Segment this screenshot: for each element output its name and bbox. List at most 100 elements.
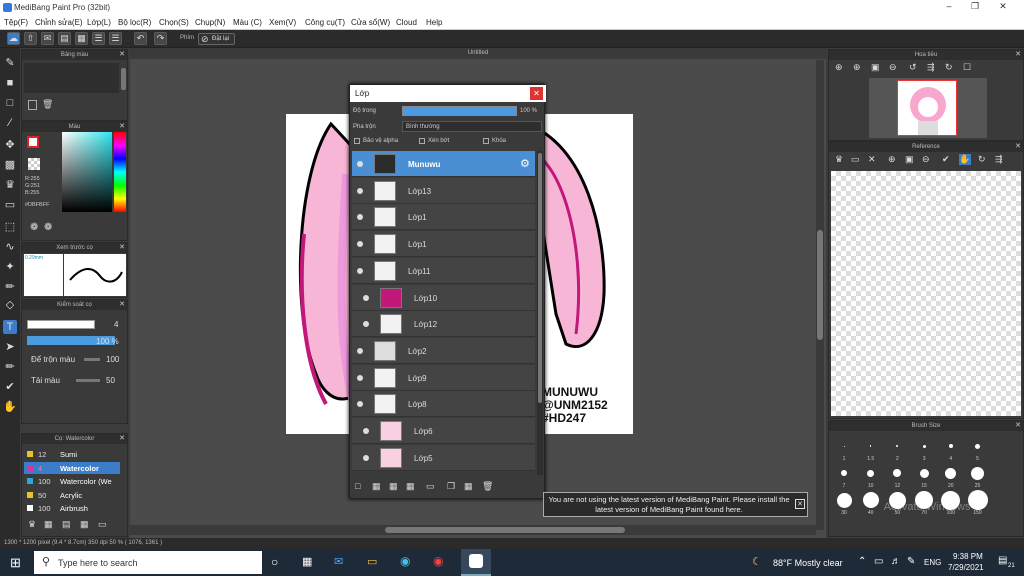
canvas-tab[interactable]: Untitled	[130, 48, 826, 59]
redo-icon[interactable]: ↷	[154, 32, 167, 45]
pen-tray-icon[interactable]: ✎	[907, 556, 915, 567]
visibility-icon[interactable]	[363, 294, 369, 301]
panel-close-icon[interactable]: ✕	[119, 243, 125, 253]
panel-close-icon[interactable]: ✕	[119, 50, 125, 60]
hscroll-thumb[interactable]	[385, 527, 625, 533]
layer-row[interactable]: Lớp13	[352, 177, 535, 204]
select-eraser-icon[interactable]: ◇	[3, 298, 17, 312]
menu-filter[interactable]: Bộ lọc(R)	[118, 18, 151, 27]
visibility-icon[interactable]	[357, 401, 363, 408]
fit-icon[interactable]: ▣	[871, 62, 880, 73]
layer-close-button[interactable]: ✕	[530, 87, 543, 100]
grid-icon[interactable]: ▦	[75, 32, 88, 45]
ref-zoom-in-icon[interactable]: ⊕	[888, 154, 896, 165]
undo-icon[interactable]: ↶	[134, 32, 147, 45]
ref-open-icon[interactable]: ▭	[851, 154, 860, 165]
brush-size-option[interactable]: 1.5	[858, 435, 884, 462]
layer-row[interactable]: Lớp8	[352, 391, 535, 418]
palette-icon[interactable]: ❁	[44, 222, 52, 233]
canvas-hscroll[interactable]	[130, 525, 816, 535]
brush-edit-icon[interactable]: ▦	[80, 519, 89, 530]
layer-row[interactable]: Munuwu ⚙	[352, 151, 535, 177]
new-8bit-icon[interactable]: ▦	[389, 481, 398, 492]
color-wheel-icon[interactable]: ❁	[30, 222, 38, 233]
panel-close-icon[interactable]: ✕	[1015, 421, 1021, 431]
task-view-icon[interactable]: ▦	[302, 555, 312, 568]
menu-tools[interactable]: Công cụ(T)	[305, 18, 345, 27]
tray-chevron-icon[interactable]: ⌃	[858, 556, 866, 567]
new-halftone-icon[interactable]: ▦	[372, 481, 381, 492]
new-1bit-icon[interactable]: ▦	[406, 481, 415, 492]
maximize-button[interactable]: ❐	[968, 1, 982, 13]
panel-close-icon[interactable]: ✕	[119, 122, 125, 132]
menu-layer[interactable]: Lớp(L)	[87, 18, 111, 27]
visibility-icon[interactable]	[363, 321, 369, 328]
cortana-icon[interactable]: ○	[271, 555, 278, 569]
notification-icon[interactable]: ▤	[998, 555, 1007, 566]
upload-icon[interactable]: ⇧	[24, 32, 37, 45]
weather-text[interactable]: 88°F Mostly clear	[773, 558, 843, 568]
panel-close-icon[interactable]: ✕	[119, 434, 125, 444]
layer-row[interactable]: Lớp5	[352, 444, 535, 471]
menu-file[interactable]: Tệp(F)	[4, 18, 28, 27]
layer-row[interactable]: Lớp12	[352, 311, 535, 338]
file-explorer-icon[interactable]: ▭	[367, 555, 377, 568]
fill-rect-icon[interactable]: ▩	[3, 158, 17, 172]
visibility-icon[interactable]	[357, 187, 363, 194]
brush-size-option[interactable]: 4	[938, 435, 964, 462]
brush-list-item[interactable]: 4 Watercolor	[24, 461, 120, 474]
hand-icon[interactable]: ✋	[3, 400, 17, 414]
brush-size-option[interactable]: 2	[884, 435, 910, 462]
canvas-vscroll[interactable]	[816, 60, 824, 530]
update-notice[interactable]: You are not using the latest version of …	[543, 492, 808, 517]
new-swatch-icon[interactable]	[28, 100, 37, 110]
select-pen-icon[interactable]: ✏	[3, 280, 17, 294]
list2-icon[interactable]: ☰	[109, 32, 122, 45]
minimize-button[interactable]: –	[942, 1, 956, 13]
eyedropper-icon[interactable]: ✔	[3, 380, 17, 394]
reference-canvas[interactable]	[831, 171, 1021, 416]
network-icon[interactable]: ▭	[874, 556, 883, 567]
medibang-taskbar-button[interactable]	[461, 549, 491, 576]
lock-checkbox[interactable]	[483, 138, 489, 144]
ref-zoom-out-icon[interactable]: ⊖	[922, 154, 930, 165]
navigator-preview[interactable]	[869, 78, 987, 138]
blend-mode-select[interactable]: Bình thường	[402, 121, 542, 132]
notice-close-button[interactable]: ✕	[795, 499, 805, 509]
zoom-out-icon[interactable]: ⊖	[889, 62, 897, 73]
language-indicator[interactable]: ENG	[924, 558, 941, 567]
ref-hand-icon[interactable]: ✋	[959, 154, 971, 165]
panel-close-icon[interactable]: ✕	[1015, 142, 1021, 152]
ref-color-icon[interactable]: ♛	[835, 154, 843, 165]
cloud-icon[interactable]: ☁	[7, 32, 20, 45]
lock-icon[interactable]: ☐	[963, 62, 971, 73]
brush-size-option[interactable]: 25	[965, 462, 991, 489]
tai-mau-slider[interactable]	[76, 379, 100, 382]
add-brush-icon[interactable]: ♛	[28, 519, 36, 530]
bucket-icon[interactable]: ♛	[3, 178, 17, 192]
layer-row[interactable]: Lớp1	[352, 231, 535, 258]
brush-list-item[interactable]: 12 Sumi	[24, 448, 120, 460]
brush-size-option[interactable]: 15	[911, 462, 937, 489]
layer-row[interactable]: Lớp9	[352, 364, 535, 391]
menu-capture[interactable]: Chụp(N)	[195, 18, 225, 27]
layout-icon[interactable]: ▤	[58, 32, 71, 45]
hue-slider[interactable]	[114, 132, 126, 212]
rotate-right-icon[interactable]: ↻	[945, 62, 953, 73]
swatch-scrollbar[interactable]	[121, 68, 126, 90]
select-icon[interactable]: ⬚	[3, 220, 17, 234]
rect-icon[interactable]: □	[3, 96, 17, 110]
text-icon[interactable]: T	[3, 320, 17, 334]
brush-list-item[interactable]: 100 Watercolor (We	[24, 475, 120, 487]
menu-color[interactable]: Màu (C)	[233, 18, 262, 27]
zoom-in-icon[interactable]: ⊕	[835, 62, 843, 73]
ref-eyedropper-icon[interactable]: ✔	[942, 154, 950, 165]
layer-settings-icon[interactable]: ⚙	[520, 157, 530, 170]
layer-row[interactable]: Lớp11	[352, 257, 535, 284]
ref-fit-icon[interactable]: ▣	[905, 154, 914, 165]
transparent-color[interactable]	[28, 158, 40, 170]
volume-icon[interactable]: ♬	[891, 556, 901, 567]
reset-button[interactable]: ⊘ Đặt lại	[198, 33, 235, 45]
layer-row[interactable]: Lớp2	[352, 337, 535, 364]
visibility-icon[interactable]	[363, 428, 369, 434]
